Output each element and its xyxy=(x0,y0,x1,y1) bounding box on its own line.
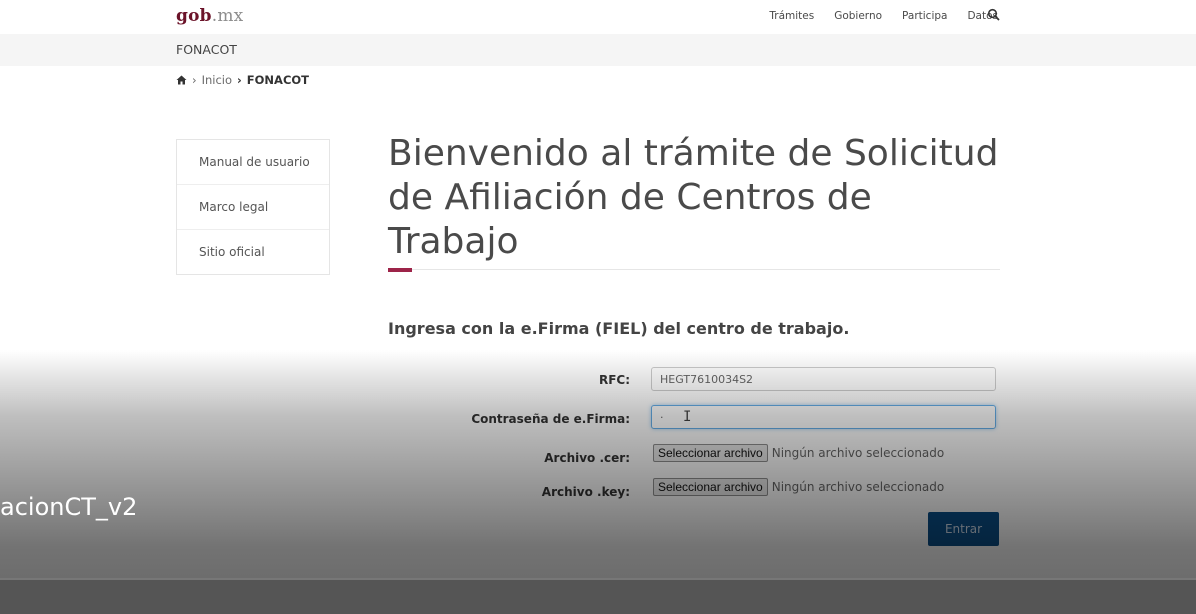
search-icon[interactable] xyxy=(987,8,1001,22)
key-file-status: Ningún archivo seleccionado xyxy=(771,480,945,494)
rfc-label: RFC: xyxy=(598,373,630,387)
sidebar-item-manual[interactable]: Manual de usuario xyxy=(177,140,329,185)
logo-text: gob xyxy=(176,6,212,26)
page-title: Bienvenido al trámite de Solicitud de Af… xyxy=(388,133,999,262)
rfc-input[interactable] xyxy=(651,367,996,391)
side-menu: Manual de usuario Marco legal Sitio ofic… xyxy=(176,139,330,275)
logo-suffix: .mx xyxy=(211,6,244,26)
nav-participa[interactable]: Participa xyxy=(902,10,947,22)
nav-tramites[interactable]: Trámites xyxy=(769,10,814,22)
login-instructions: Ingresa con la e.Firma (FIEL) del centro… xyxy=(388,319,850,338)
cer-file-picker: Seleccionar archivo Ningún archivo selec… xyxy=(653,444,944,462)
subheader-title[interactable]: FONACOT xyxy=(176,42,237,57)
sidebar-item-marco-legal[interactable]: Marco legal xyxy=(177,185,329,230)
key-file-label: Archivo .key: xyxy=(541,485,630,499)
home-icon[interactable] xyxy=(176,75,187,85)
video-control-bar xyxy=(0,578,1196,614)
text-cursor-icon: I xyxy=(683,409,692,425)
password-label: Contraseña de e.Firma: xyxy=(471,412,630,426)
video-overlay-gradient xyxy=(0,350,1196,612)
title-divider xyxy=(388,269,1000,270)
top-nav: Trámites Gobierno Participa Datos xyxy=(769,10,998,22)
key-file-picker: Seleccionar archivo Ningún archivo selec… xyxy=(653,478,944,496)
password-input[interactable] xyxy=(651,405,996,429)
sub-header: FONACOT xyxy=(0,34,1196,66)
title-accent-bar xyxy=(388,268,412,272)
gob-mx-logo[interactable]: gob.mx xyxy=(176,6,243,26)
breadcrumb: › Inicio › FONACOT xyxy=(176,73,309,87)
video-overlay-title: acionCT_v2 xyxy=(0,493,138,521)
nav-gobierno[interactable]: Gobierno xyxy=(834,10,882,22)
submit-button[interactable]: Entrar xyxy=(928,512,999,546)
breadcrumb-current: FONACOT xyxy=(246,73,310,87)
breadcrumb-separator: › xyxy=(237,73,242,87)
breadcrumb-home-link[interactable]: Inicio xyxy=(202,73,232,87)
key-select-file-button[interactable]: Seleccionar archivo xyxy=(653,478,768,496)
cer-file-status: Ningún archivo seleccionado xyxy=(771,446,945,460)
breadcrumb-separator: › xyxy=(192,73,197,87)
sidebar-item-sitio-oficial[interactable]: Sitio oficial xyxy=(177,230,329,274)
cer-select-file-button[interactable]: Seleccionar archivo xyxy=(653,444,768,462)
top-bar: gob.mx Trámites Gobierno Participa Datos xyxy=(0,0,1196,34)
cer-file-label: Archivo .cer: xyxy=(544,451,630,465)
